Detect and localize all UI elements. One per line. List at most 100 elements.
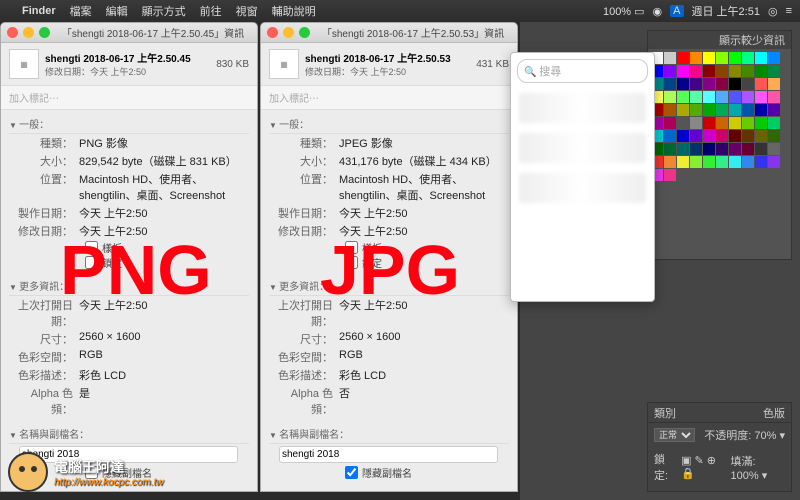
color-swatch[interactable] (755, 117, 767, 129)
color-swatch[interactable] (729, 104, 741, 116)
filename-input[interactable] (279, 446, 498, 463)
color-swatch[interactable] (664, 130, 676, 142)
color-swatch[interactable] (768, 104, 780, 116)
color-swatch[interactable] (664, 117, 676, 129)
color-swatch[interactable] (677, 78, 689, 90)
menu-file[interactable]: 檔案 (70, 3, 92, 19)
color-swatch[interactable] (716, 104, 728, 116)
color-swatch[interactable] (729, 130, 741, 142)
color-swatch[interactable] (703, 130, 715, 142)
color-swatch[interactable] (677, 130, 689, 142)
tag-input[interactable]: 加入標記⋯ (261, 86, 517, 110)
menu-help[interactable]: 輔助說明 (272, 3, 316, 19)
color-swatch[interactable] (690, 117, 702, 129)
section-general[interactable]: 一般： (269, 114, 509, 134)
tab-kind[interactable]: 類別 (654, 405, 676, 421)
show-less-info[interactable]: 顯示較少資訊 (719, 32, 785, 48)
locked-checkbox[interactable] (85, 256, 98, 269)
color-swatch[interactable] (729, 52, 741, 64)
color-swatch[interactable] (742, 78, 754, 90)
color-swatch[interactable] (729, 117, 741, 129)
wifi-icon[interactable]: ◉ (653, 5, 663, 18)
color-swatch[interactable] (755, 143, 767, 155)
color-swatch[interactable] (703, 91, 715, 103)
battery-status[interactable]: 100% ▭ (603, 5, 645, 18)
menu-window[interactable]: 視窗 (236, 3, 258, 19)
search-input[interactable]: 🔍 搜尋 (517, 59, 648, 83)
color-swatch[interactable] (768, 91, 780, 103)
color-swatch[interactable] (703, 156, 715, 168)
color-swatch[interactable] (729, 143, 741, 155)
section-more[interactable]: 更多資訊： (9, 276, 249, 296)
color-swatch[interactable] (664, 65, 676, 77)
color-swatch[interactable] (690, 104, 702, 116)
color-swatch[interactable] (716, 91, 728, 103)
lock-icon[interactable]: ▣ ✎ ⊕ 🔒 (681, 454, 724, 480)
section-name[interactable]: 名稱與副檔名： (9, 424, 249, 444)
color-swatch[interactable] (755, 104, 767, 116)
color-swatch[interactable] (729, 91, 741, 103)
color-swatch[interactable] (768, 78, 780, 90)
color-swatch[interactable] (729, 65, 741, 77)
app-name[interactable]: Finder (22, 5, 56, 17)
color-swatch[interactable] (677, 117, 689, 129)
template-checkbox[interactable] (85, 241, 98, 254)
color-swatch[interactable] (755, 156, 767, 168)
color-swatch[interactable] (664, 52, 676, 64)
blend-mode-select[interactable]: 正常 (654, 428, 695, 442)
notification-icon[interactable]: ≡ (786, 5, 792, 17)
color-swatch[interactable] (716, 117, 728, 129)
color-swatch[interactable] (768, 117, 780, 129)
color-swatch[interactable] (742, 52, 754, 64)
close-icon[interactable] (267, 27, 278, 38)
color-swatch[interactable] (690, 52, 702, 64)
color-swatch[interactable] (755, 52, 767, 64)
color-swatch[interactable] (716, 143, 728, 155)
menu-edit[interactable]: 編輯 (106, 3, 128, 19)
color-swatch[interactable] (677, 52, 689, 64)
color-swatch[interactable] (742, 143, 754, 155)
color-swatch[interactable] (742, 104, 754, 116)
locked-checkbox[interactable] (345, 256, 358, 269)
color-swatch[interactable] (703, 143, 715, 155)
color-swatch[interactable] (690, 78, 702, 90)
color-swatch[interactable] (755, 78, 767, 90)
section-more[interactable]: 更多資訊： (269, 276, 509, 296)
titlebar[interactable]: 「shengti 2018-06-17 上午2.50.53」資訊 (261, 23, 517, 43)
color-swatch[interactable] (716, 78, 728, 90)
color-swatch[interactable] (703, 104, 715, 116)
color-swatch[interactable] (768, 130, 780, 142)
color-swatch[interactable] (690, 65, 702, 77)
clock[interactable]: 週日 上午2:51 (692, 3, 760, 19)
zoom-icon[interactable] (39, 27, 50, 38)
color-swatch[interactable] (742, 117, 754, 129)
color-swatch[interactable] (768, 143, 780, 155)
color-swatch[interactable] (664, 143, 676, 155)
section-general[interactable]: 一般： (9, 114, 249, 134)
zoom-icon[interactable] (299, 27, 310, 38)
template-checkbox[interactable] (345, 241, 358, 254)
minimize-icon[interactable] (23, 27, 34, 38)
color-swatch[interactable] (690, 156, 702, 168)
hide-extension-checkbox[interactable] (345, 466, 358, 479)
close-icon[interactable] (7, 27, 18, 38)
color-swatch[interactable] (729, 78, 741, 90)
color-swatch[interactable] (703, 65, 715, 77)
color-swatch[interactable] (729, 156, 741, 168)
color-swatch[interactable] (755, 130, 767, 142)
color-swatch[interactable] (768, 65, 780, 77)
color-swatch[interactable] (677, 65, 689, 77)
color-swatch[interactable] (664, 169, 676, 181)
menu-go[interactable]: 前往 (200, 3, 222, 19)
color-swatch[interactable] (677, 156, 689, 168)
color-swatch[interactable] (742, 156, 754, 168)
siri-icon[interactable]: ◎ (768, 5, 778, 18)
color-swatch[interactable] (690, 143, 702, 155)
color-swatch[interactable] (742, 65, 754, 77)
color-swatch[interactable] (716, 52, 728, 64)
minimize-icon[interactable] (283, 27, 294, 38)
color-swatch[interactable] (664, 156, 676, 168)
menu-view[interactable]: 顯示方式 (142, 3, 186, 19)
titlebar[interactable]: 「shengti 2018-06-17 上午2.50.45」資訊 (1, 23, 257, 43)
color-swatch[interactable] (755, 91, 767, 103)
